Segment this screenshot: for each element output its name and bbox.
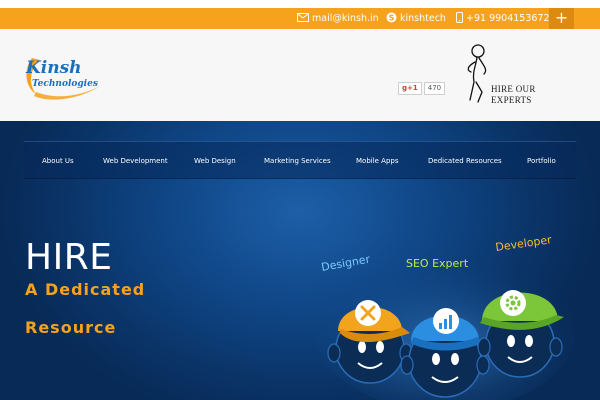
hero-subtitle-line2: Resource [25, 318, 117, 337]
phone-contact[interactable]: +91 9904153672 [456, 8, 550, 29]
site-header: Kinsh Technologies g+1 470 HIRE OUR EXPE… [0, 29, 600, 121]
svg-text:S: S [389, 13, 395, 22]
google-plus-widget[interactable]: g+1 470 [398, 82, 446, 95]
main-navigation: About Us Web Development Web Design Mark… [24, 141, 576, 179]
hire-experts-text[interactable]: HIRE OUR EXPERTS [491, 84, 536, 106]
hero-banner: About Us Web Development Web Design Mark… [0, 121, 600, 400]
hero-subtitle-line1: A Dedicated [25, 280, 146, 299]
skype-icon: S [386, 12, 397, 26]
hire-line1: HIRE OUR [491, 84, 536, 94]
gplus-count: 470 [423, 82, 446, 95]
nav-item-marketing-services[interactable]: Marketing Services [264, 142, 331, 180]
nav-item-about-us[interactable]: About Us [42, 142, 74, 180]
nav-item-portfolio[interactable]: Portfolio [527, 142, 556, 180]
phone-icon [456, 11, 463, 26]
email-contact[interactable]: mail@kinsh.in [297, 8, 379, 29]
nav-item-web-development[interactable]: Web Development [103, 142, 168, 180]
hero-title: HIRE [25, 237, 113, 278]
logo-main-text: Kinsh [25, 58, 82, 78]
skype-text: kinshtech [400, 13, 446, 24]
nav-item-web-design[interactable]: Web Design [194, 142, 236, 180]
mail-icon [297, 12, 309, 25]
gplus-button[interactable]: g+1 [398, 82, 422, 95]
developer-label: Developer [495, 233, 553, 254]
skype-contact[interactable]: S kinshtech [386, 8, 446, 29]
seo-expert-label: SEO Expert [406, 257, 469, 270]
kinsh-logo[interactable]: Kinsh Technologies [22, 46, 142, 106]
resources-illustration: Designer SEO Expert Developer [310, 221, 580, 400]
email-text: mail@kinsh.in [312, 13, 379, 24]
nav-item-dedicated-resources[interactable]: Dedicated Resources [428, 142, 502, 180]
top-contact-bar: mail@kinsh.in S kinshtech +91 9904153672… [0, 8, 600, 29]
phone-text: +91 9904153672 [466, 13, 550, 24]
hire-line2: EXPERTS [491, 95, 532, 105]
logo-sub-text: Technologies [32, 79, 98, 89]
expand-plus-button[interactable]: + [549, 8, 574, 29]
nav-item-mobile-apps[interactable]: Mobile Apps [356, 142, 399, 180]
